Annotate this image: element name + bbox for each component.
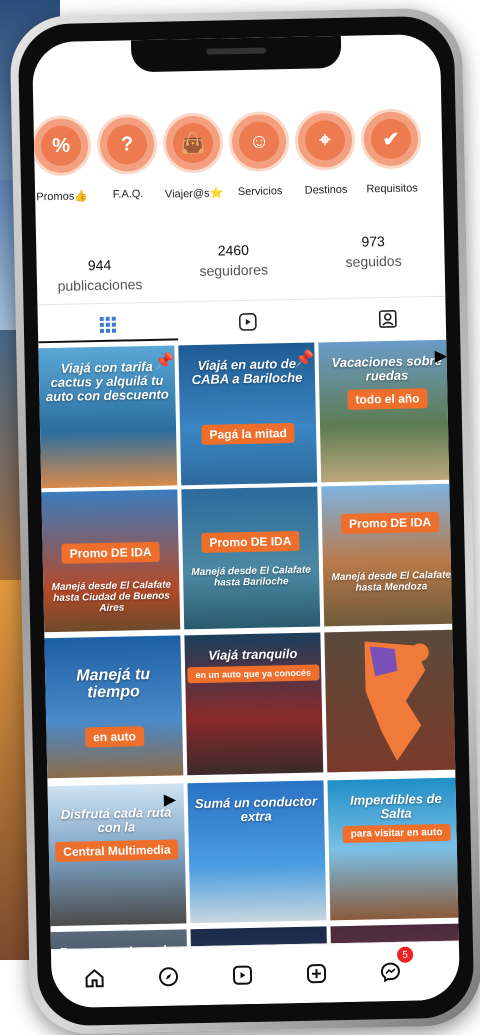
pin-icon: 📌 <box>154 353 175 371</box>
speaker <box>206 47 267 55</box>
nav-explore[interactable] <box>151 959 186 994</box>
smile-icon: ☺ <box>238 121 280 163</box>
highlight-label: Viajer@s⭐ <box>164 187 224 201</box>
post-badge: Promo DE IDA <box>340 511 440 535</box>
compass-icon <box>159 967 179 987</box>
notification-badge: 5 <box>396 946 414 963</box>
posts-stat[interactable]: 944 publicaciones <box>34 256 165 295</box>
highlight-ring: ? <box>96 113 158 176</box>
post-badge: Pagá la mitad <box>201 422 296 445</box>
reels-icon <box>232 965 253 985</box>
reels-icon <box>238 313 257 331</box>
followers-stat[interactable]: 2460 seguidores <box>168 241 299 280</box>
plus-square-icon <box>306 964 327 984</box>
highlight-ring: ☺ <box>228 111 290 173</box>
nav-reels[interactable] <box>225 958 260 993</box>
highlight-label: F.A.Q. <box>112 188 144 201</box>
tab-reels[interactable] <box>178 305 319 338</box>
following-stat[interactable]: 973 seguidos <box>308 232 439 271</box>
phone-bezel: % Promos👍 ? F.A.Q. 👜 Viajer@s⭐ ☺ Servici… <box>17 15 475 1027</box>
post-tile[interactable]: Viajá con tarifa cactus y alquilá tu aut… <box>38 345 178 489</box>
nav-home[interactable] <box>77 961 112 996</box>
followers-count: 2460 <box>217 241 250 259</box>
post-tile[interactable]: Vacaciones sobre ruedas todo el año ▶ <box>318 339 458 483</box>
posts-count: 944 <box>87 256 112 274</box>
post-caption: Manejá tu tiempo <box>76 666 151 702</box>
post-badge: Promo DE IDA <box>61 541 160 564</box>
argentina-map-graphic <box>364 641 429 761</box>
highlight-viajeros[interactable]: 👜 Viajer@s⭐ <box>159 112 227 201</box>
highlight-servicios[interactable]: ☺ Servicios <box>225 111 293 198</box>
post-tile[interactable]: Sumá un conductor extra <box>187 780 327 924</box>
location-chat-icon: ⌖ <box>304 119 346 161</box>
highlight-ring: ✔ <box>360 108 422 170</box>
post-badge: en auto <box>84 726 145 748</box>
post-caption: Disfrutá cada ruta con la <box>60 804 172 836</box>
post-caption: Manejá desde El Calafate hasta Ciudad de… <box>51 579 172 615</box>
highlight-label: Destinos <box>304 183 348 197</box>
highlight-destinos[interactable]: ⌖ Destinos <box>291 109 359 197</box>
reel-icon: ▶ <box>434 347 448 366</box>
tab-grid[interactable] <box>37 308 179 344</box>
bottom-nav: 5 <box>50 940 461 1009</box>
post-tile[interactable]: Manejá tu tiempo en auto <box>44 635 184 779</box>
post-badge: en un auto que ya conocés <box>187 664 320 684</box>
profile-stats: 944 publicaciones 2460 seguidores 973 se… <box>36 230 445 299</box>
highlight-ring: ⌖ <box>294 109 356 171</box>
post-tile[interactable]: Disfrutá cada ruta con la Central Multim… <box>47 783 187 927</box>
post-caption: Viajá tranquilo <box>208 645 298 663</box>
following-count: 973 <box>361 233 386 250</box>
profile-tabs <box>37 295 447 344</box>
post-tile[interactable]: Promo DE IDA Manejá desde El Calafate ha… <box>321 483 461 627</box>
highlight-ring: % <box>31 115 92 177</box>
question-icon: ? <box>106 123 148 165</box>
reel-icon: ▶ <box>163 791 177 809</box>
post-caption: Viajá con tarifa cactus y alquilá tu aut… <box>45 358 169 405</box>
tab-tagged[interactable] <box>318 303 459 336</box>
phone-frame: % Promos👍 ? F.A.Q. 👜 Viajer@s⭐ ☺ Servici… <box>9 7 480 1035</box>
post-caption: Sumá un conductor extra <box>194 793 318 825</box>
highlight-label: Requisitos <box>366 182 418 196</box>
post-tile[interactable] <box>324 629 461 773</box>
shopping-bag-icon: 👜 <box>172 122 214 164</box>
highlight-faq[interactable]: ? F.A.Q. <box>93 113 161 201</box>
post-tile[interactable]: Viajá tranquilo en un auto que ya conocé… <box>184 632 324 776</box>
home-icon <box>85 968 104 988</box>
highlight-label: Servicios <box>237 185 283 199</box>
notch <box>130 35 342 73</box>
post-caption: Viajá en auto de CABA a Bariloche <box>191 355 303 388</box>
post-badge: Promo DE IDA <box>201 530 300 553</box>
posts-label: publicaciones <box>57 276 143 294</box>
post-tile[interactable]: Promo DE IDA Manejá desde El Calafate ha… <box>181 486 321 630</box>
ticket-percent-icon: % <box>40 125 82 167</box>
grid-icon <box>99 316 117 334</box>
checkmark-icon: ✔ <box>370 118 412 160</box>
highlight-requisitos[interactable]: ✔ Requisitos <box>357 108 425 195</box>
post-badge: todo el año <box>347 388 428 410</box>
pin-icon: 📌 <box>294 350 315 368</box>
post-caption: Imperdibles de Salta <box>349 790 442 822</box>
highlight-label: Promos👍 <box>36 190 89 204</box>
post-tile[interactable]: Imperdibles de Salta para visitar en aut… <box>327 777 461 921</box>
nav-create[interactable] <box>299 956 334 991</box>
post-caption: Manejá desde El Calafate hasta Mendoza <box>331 569 452 594</box>
post-badge: para visitar en auto <box>342 823 451 844</box>
story-highlights: % Promos👍 ? F.A.Q. 👜 Viajer@s⭐ ☺ Servici… <box>31 108 443 207</box>
post-tile[interactable]: Promo DE IDA Manejá desde El Calafate ha… <box>41 489 181 633</box>
following-label: seguidos <box>345 252 402 270</box>
post-caption: Vacaciones sobre ruedas <box>331 352 442 384</box>
messenger-icon <box>380 962 400 983</box>
followers-label: seguidores <box>199 261 269 279</box>
post-tile[interactable]: Viajá en auto de CABA a Bariloche Pagá l… <box>178 342 318 486</box>
nav-messages[interactable]: 5 <box>373 946 414 990</box>
highlight-ring: 👜 <box>162 112 224 174</box>
highlight-promos[interactable]: % Promos👍 <box>31 115 95 204</box>
phone-screen: % Promos👍 ? F.A.Q. 👜 Viajer@s⭐ ☺ Servici… <box>31 33 461 1009</box>
tagged-icon <box>378 310 397 328</box>
post-caption: Manejá desde El Calafate hasta Bariloche <box>191 564 311 589</box>
post-badge: Central Multimedia <box>55 839 179 863</box>
